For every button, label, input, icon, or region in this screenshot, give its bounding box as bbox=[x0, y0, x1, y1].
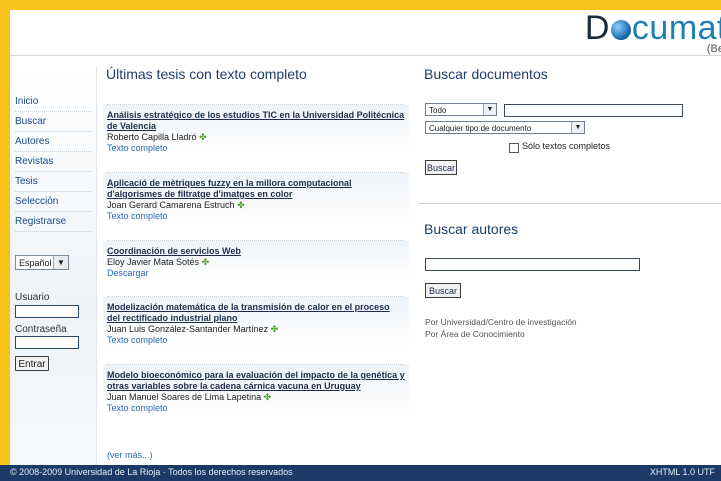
document-type-value: Cualquier tipo de documento bbox=[429, 124, 532, 133]
thesis-item: Coordinación de servicios Web Eloy Javie… bbox=[103, 240, 409, 279]
thesis-author-name: Juan Luis González-Santander Martínez bbox=[107, 324, 269, 334]
thesis-author: Juan Luis González-Santander Martínez ✤ bbox=[107, 324, 405, 335]
search-documents-title: Buscar documentos bbox=[424, 66, 548, 82]
thesis-fulltext-link[interactable]: Texto completo bbox=[107, 335, 405, 346]
logo-rest: cumat bbox=[631, 10, 721, 47]
chevron-down-icon[interactable]: ▼ bbox=[53, 256, 68, 269]
divider bbox=[418, 203, 721, 204]
sidebar-nav: Inicio Buscar Autores Revistas Tesis Sel… bbox=[15, 92, 91, 232]
thesis-author-name: Roberto Capilla Lladró bbox=[107, 132, 197, 142]
by-knowledge-area-link[interactable]: Por Área de Conocimiento bbox=[425, 329, 525, 339]
search-authors-button[interactable]: Buscar bbox=[425, 283, 461, 298]
language-value: Español bbox=[19, 258, 52, 268]
document-type-select[interactable]: Cualquier tipo de documento ▼ bbox=[425, 121, 585, 134]
sidebar-item-buscar[interactable]: Buscar bbox=[15, 112, 91, 132]
footer-xhtml-badge[interactable]: XHTML 1.0 UTF bbox=[650, 467, 715, 477]
by-university-link[interactable]: Por Universidad/Centro de investigación bbox=[425, 317, 577, 327]
search-documents-input[interactable] bbox=[504, 104, 683, 117]
thesis-title[interactable]: Aplicació de mètriques fuzzy en la millo… bbox=[107, 178, 405, 200]
logo-prefix: D bbox=[584, 10, 610, 47]
password-input[interactable] bbox=[15, 336, 79, 349]
sidebar-item-revistas[interactable]: Revistas bbox=[15, 152, 91, 172]
thesis-item: Modelización matemática de la transmisió… bbox=[103, 296, 409, 346]
thesis-item: Modelo bioeconómico para la evaluación d… bbox=[103, 364, 409, 414]
password-label: Contraseña bbox=[15, 324, 67, 335]
footer-copyright: © 2008-2009 Universidad de La Rioja · To… bbox=[10, 467, 293, 477]
username-label: Usuario bbox=[15, 292, 50, 303]
thesis-author-name: Joan Gerard Camarena Estruch bbox=[107, 200, 235, 210]
search-authors-title: Buscar autores bbox=[424, 221, 519, 237]
fulltext-only-checkbox[interactable] bbox=[509, 143, 519, 153]
thesis-title[interactable]: Modelo bioeconómico para la evaluación d… bbox=[107, 370, 405, 392]
thesis-download-link[interactable]: Descargar bbox=[107, 268, 405, 279]
thesis-author: Roberto Capilla Lladró ✤ bbox=[107, 132, 405, 143]
fulltext-only-label: Sólo textos completos bbox=[522, 141, 611, 151]
window-frame-left bbox=[0, 0, 10, 481]
footer: © 2008-2009 Universidad de La Rioja · To… bbox=[0, 465, 721, 481]
window-frame-top bbox=[0, 0, 721, 10]
thesis-fulltext-link[interactable]: Texto completo bbox=[107, 143, 405, 154]
sidebar-item-registrarse[interactable]: Registrarse bbox=[15, 212, 91, 232]
leaf-icon[interactable]: ✤ bbox=[237, 200, 245, 210]
chevron-down-icon[interactable]: ▼ bbox=[483, 104, 496, 115]
search-documents-button[interactable]: Buscar bbox=[425, 160, 457, 175]
logo-text: Dcumat bbox=[585, 10, 721, 48]
scope-select[interactable]: Todo ▼ bbox=[425, 103, 497, 116]
thesis-author: Joan Gerard Camarena Estruch ✤ bbox=[107, 200, 405, 211]
leaf-icon[interactable]: ✤ bbox=[264, 392, 272, 402]
sidebar-item-seleccion[interactable]: Selección bbox=[15, 192, 91, 212]
thesis-fulltext-link[interactable]: Texto completo bbox=[107, 403, 405, 414]
globe-icon bbox=[610, 20, 631, 40]
sidebar-item-tesis[interactable]: Tesis bbox=[15, 172, 91, 192]
more-theses-link[interactable]: (ver más...) bbox=[107, 450, 153, 460]
logo[interactable]: Dcumat (Bet bbox=[577, 10, 721, 55]
sidebar: Inicio Buscar Autores Revistas Tesis Sel… bbox=[10, 66, 97, 465]
leaf-icon[interactable]: ✤ bbox=[202, 257, 210, 267]
sidebar-item-autores[interactable]: Autores bbox=[15, 132, 91, 152]
thesis-item: Aplicació de mètriques fuzzy en la millo… bbox=[103, 172, 409, 222]
thesis-author: Eloy Javier Mata Sotés ✤ bbox=[107, 257, 405, 268]
thesis-title[interactable]: Análisis estratégico de los estudios TIC… bbox=[107, 110, 405, 132]
thesis-author-name: Juan Manuel Soares de Lima Lapetina bbox=[107, 392, 262, 402]
thesis-item: Análisis estratégico de los estudios TIC… bbox=[103, 104, 409, 154]
header: Dcumat (Bet bbox=[10, 10, 721, 56]
thesis-author-name: Eloy Javier Mata Sotés bbox=[107, 257, 200, 267]
page: Dcumat (Bet Inicio Buscar Autores Revist… bbox=[10, 10, 721, 465]
sidebar-item-inicio[interactable]: Inicio bbox=[15, 92, 91, 112]
latest-theses-title: Últimas tesis con texto completo bbox=[106, 66, 307, 82]
logo-subtitle: (Bet bbox=[706, 43, 721, 55]
thesis-title[interactable]: Coordinación de servicios Web bbox=[107, 246, 405, 257]
thesis-title[interactable]: Modelización matemática de la transmisió… bbox=[107, 302, 405, 324]
leaf-icon[interactable]: ✤ bbox=[199, 132, 207, 142]
thesis-fulltext-link[interactable]: Texto completo bbox=[107, 211, 405, 222]
username-input[interactable] bbox=[15, 305, 79, 318]
login-button[interactable]: Entrar bbox=[15, 356, 49, 371]
language-select[interactable]: Español ▼ bbox=[15, 255, 69, 270]
scope-value: Todo bbox=[429, 106, 447, 115]
search-authors-input[interactable] bbox=[425, 258, 640, 271]
thesis-author: Juan Manuel Soares de Lima Lapetina ✤ bbox=[107, 392, 405, 403]
leaf-icon[interactable]: ✤ bbox=[271, 324, 279, 334]
chevron-down-icon[interactable]: ▼ bbox=[571, 122, 584, 133]
